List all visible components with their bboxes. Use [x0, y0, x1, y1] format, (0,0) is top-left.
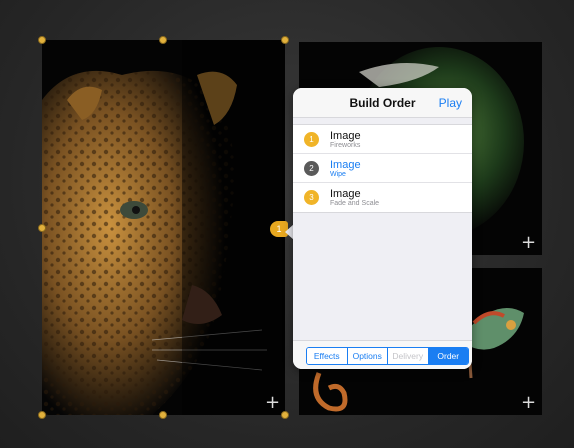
selection-handle[interactable]	[281, 411, 289, 419]
build-effect-name: Fade and Scale	[330, 200, 380, 207]
build-row[interactable]: 1 Image Fireworks	[293, 125, 472, 154]
build-object-name: Image	[330, 130, 361, 142]
build-row[interactable]: 3 Image Fade and Scale	[293, 183, 472, 212]
tab-delivery[interactable]: Delivery	[388, 348, 429, 364]
add-icon[interactable]: +	[521, 394, 536, 412]
selection-handle[interactable]	[38, 224, 46, 232]
build-number-badge: 1	[304, 132, 319, 147]
build-effect-name: Fireworks	[330, 142, 361, 149]
selection-handle[interactable]	[38, 411, 46, 419]
selection-handle[interactable]	[281, 36, 289, 44]
build-object-name: Image	[330, 159, 361, 171]
leopard-image[interactable]	[42, 40, 285, 415]
build-list: 1 Image Fireworks 2 Image Wipe 3 Image F…	[293, 124, 472, 213]
selection-handle[interactable]	[159, 36, 167, 44]
build-number-badge: 2	[304, 161, 319, 176]
build-number-badge: 3	[304, 190, 319, 205]
selection-handle[interactable]	[159, 411, 167, 419]
tab-effects[interactable]: Effects	[307, 348, 348, 364]
tab-order[interactable]: Order	[428, 348, 468, 364]
popover-header: Build Order Play	[293, 88, 472, 118]
build-segmented-control: Effects Options Delivery Order	[306, 347, 469, 365]
build-object-name: Image	[330, 188, 361, 200]
build-row[interactable]: 2 Image Wipe	[293, 154, 472, 183]
add-icon[interactable]: +	[265, 394, 280, 412]
add-icon[interactable]: +	[521, 234, 536, 252]
popover-footer: Effects Options Delivery Order	[293, 340, 472, 369]
play-button[interactable]: Play	[439, 96, 462, 110]
tab-options[interactable]: Options	[347, 348, 388, 364]
selection-handle[interactable]	[38, 36, 46, 44]
leopard-illustration	[42, 40, 285, 415]
build-order-popover: Build Order Play 1 Image Fireworks 2 Ima…	[293, 88, 472, 369]
build-effect-name: Wipe	[330, 171, 346, 178]
